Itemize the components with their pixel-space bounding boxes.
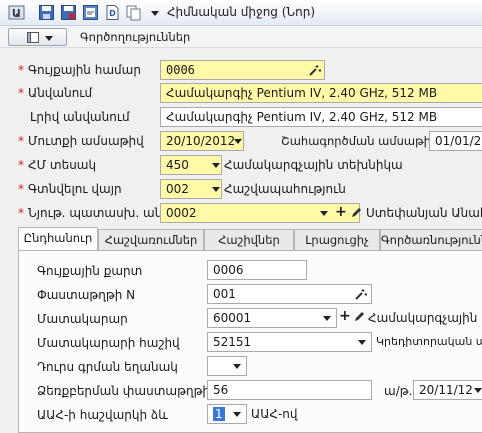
- passport-value: 001: [213, 287, 236, 301]
- responsible-label-text: Նյութ. պատասխ. անձ: [28, 206, 170, 220]
- acceptance-date-label: ա/թ.: [384, 384, 413, 398]
- fa-type-code: 450: [166, 158, 189, 172]
- tab-strip: Ընդհանուր Հաշվառումներ Հաշիվներ Լրացուցի…: [18, 227, 482, 252]
- supplier-value: 60001: [213, 311, 252, 325]
- required-marker: *: [18, 134, 24, 148]
- required-marker: *: [18, 158, 24, 172]
- name-label-text: Անվանում: [28, 86, 93, 100]
- tab-general[interactable]: Ընդհանուր: [18, 227, 98, 252]
- list-icon: [27, 32, 39, 43]
- fa-type-description: Համակարգչային տեխնիկա: [224, 158, 403, 172]
- edit-icon[interactable]: [353, 311, 365, 323]
- responsible-dropdown-icon[interactable]: [320, 211, 328, 216]
- supplier-account-value: 52151: [213, 335, 252, 349]
- exploit-date-label: Շահագործման ամսաթիվ: [281, 134, 439, 148]
- autonumber-icon[interactable]: [355, 288, 367, 300]
- responsible-code: 0002: [166, 206, 197, 220]
- exploit-date-field[interactable]: 01/01/20: [429, 131, 482, 151]
- inventory-card-value: 0006: [213, 263, 244, 277]
- retirement-method-label: Դուրս գրման եղանակ: [37, 360, 178, 374]
- edit-icon[interactable]: [350, 207, 362, 219]
- full-name-label: Լրիվ անվանում: [30, 110, 130, 124]
- supplier-account-description: Կրեդիտորական պ: [376, 335, 482, 348]
- entry-date-field[interactable]: 20/10/2012: [160, 131, 244, 151]
- acceptance-doc-field[interactable]: 56: [207, 380, 372, 400]
- menu-bar: Գործողություններ: [0, 26, 482, 48]
- tab-additional[interactable]: Լրացուցիչ: [294, 229, 380, 251]
- chevron-down-icon: [45, 36, 53, 41]
- location-label: * Գտնվելու վայր: [18, 182, 122, 196]
- inventory-card-field[interactable]: 0006: [207, 260, 307, 280]
- exploit-date-value: 01/01/20: [435, 134, 482, 148]
- acceptance-doc-label: Ձեռքբերման փաստաթղթի N: [37, 384, 223, 398]
- vat-method-value: 1: [213, 407, 225, 421]
- entry-date-label-text: Մուտքի ամսաթիվ: [28, 134, 144, 148]
- required-marker: *: [18, 182, 24, 196]
- full-name-value: Համակարգիչ Pentium IV, 2.40 GHz, 512 MB: [166, 110, 438, 124]
- window-title: Հիմնական միջոց (Նոր): [166, 5, 316, 19]
- inventory-card-label: Գույքային քարտ: [37, 264, 143, 278]
- inventory-number-value: 0006: [166, 63, 195, 77]
- name-field[interactable]: Համակարգիչ Pentium IV, 2.40 GHz, 512 MB: [160, 83, 482, 103]
- entry-date-value: 20/10/2012: [166, 134, 236, 148]
- required-marker: *: [18, 206, 24, 220]
- required-marker: *: [18, 63, 24, 77]
- tab-operations[interactable]: Գործառնություննե: [380, 229, 482, 251]
- title-bar: Ա D Հիմնական միջոց (Նոր): [0, 0, 482, 26]
- tab-records[interactable]: Հաշվառումներ: [98, 229, 204, 251]
- location-description: Հաշվապահություն: [224, 182, 346, 196]
- add-icon[interactable]: +: [335, 205, 347, 219]
- vat-method-label: ԱԱՀ-ի հաշվարկի ձև: [37, 408, 168, 422]
- menu-toggle-button[interactable]: [8, 28, 67, 46]
- location-code: 002: [166, 182, 189, 196]
- fa-type-label-text: ՀՄ տեսակ: [28, 158, 97, 172]
- autonumber-icon[interactable]: [309, 64, 321, 76]
- name-label: * Անվանում: [18, 86, 92, 100]
- fa-type-dropdown-icon[interactable]: [212, 163, 220, 168]
- required-marker: *: [18, 86, 24, 100]
- inventory-number-label: * Գույքային համար: [18, 63, 141, 77]
- vat-method-select[interactable]: 1: [207, 404, 247, 424]
- responsible-field[interactable]: 0002: [160, 203, 360, 223]
- supplier-account-field[interactable]: 52151: [207, 332, 372, 352]
- inventory-number-field[interactable]: 0006: [160, 60, 325, 80]
- retirement-method-dropdown-icon[interactable]: [233, 364, 241, 369]
- acceptance-date-field[interactable]: 20/11/12: [413, 380, 482, 400]
- supplier-description: Համակարգչային տե: [368, 311, 482, 325]
- name-value: Համակարգիչ Pentium IV, 2.40 GHz, 512 MB: [166, 86, 438, 100]
- passport-field[interactable]: 001: [207, 284, 372, 304]
- acceptance-date-dropdown-icon[interactable]: [474, 388, 482, 393]
- supplier-field[interactable]: 60001: [207, 308, 337, 328]
- responsible-label: * Նյութ. պատասխ. անձ: [18, 206, 170, 220]
- add-icon[interactable]: +: [339, 309, 351, 323]
- entry-date-label: * Մուտքի ամսաթիվ: [18, 134, 144, 148]
- fa-type-label: * ՀՄ տեսակ: [18, 158, 96, 172]
- entry-date-dropdown-icon[interactable]: [234, 139, 242, 144]
- location-label-text: Գտնվելու վայր: [28, 182, 122, 196]
- vat-method-description: ԱԱՀ-ով: [251, 407, 298, 421]
- retirement-method-select[interactable]: [207, 356, 247, 376]
- tab-accounts[interactable]: Հաշիվներ: [204, 229, 294, 251]
- supplier-account-dropdown-icon[interactable]: [358, 340, 366, 345]
- acceptance-doc-value: 56: [213, 383, 229, 397]
- vat-method-dropdown-icon[interactable]: [233, 412, 241, 417]
- actions-menu[interactable]: Գործողություններ: [80, 30, 190, 44]
- supplier-account-label: Մատակարարի հաշիվ: [37, 336, 180, 350]
- passport-label: Փաստաթղթի N: [37, 288, 136, 302]
- full-name-field[interactable]: Համակարգիչ Pentium IV, 2.40 GHz, 512 MB: [160, 107, 482, 127]
- supplier-dropdown-icon[interactable]: [323, 316, 331, 321]
- acceptance-date-value: 20/11/12: [419, 383, 473, 397]
- supplier-label: Մատակարար: [37, 312, 128, 326]
- inventory-number-label-text: Գույքային համար: [28, 63, 141, 77]
- responsible-description: Ստեփանյան Անահի: [366, 206, 482, 220]
- location-dropdown-icon[interactable]: [212, 187, 220, 192]
